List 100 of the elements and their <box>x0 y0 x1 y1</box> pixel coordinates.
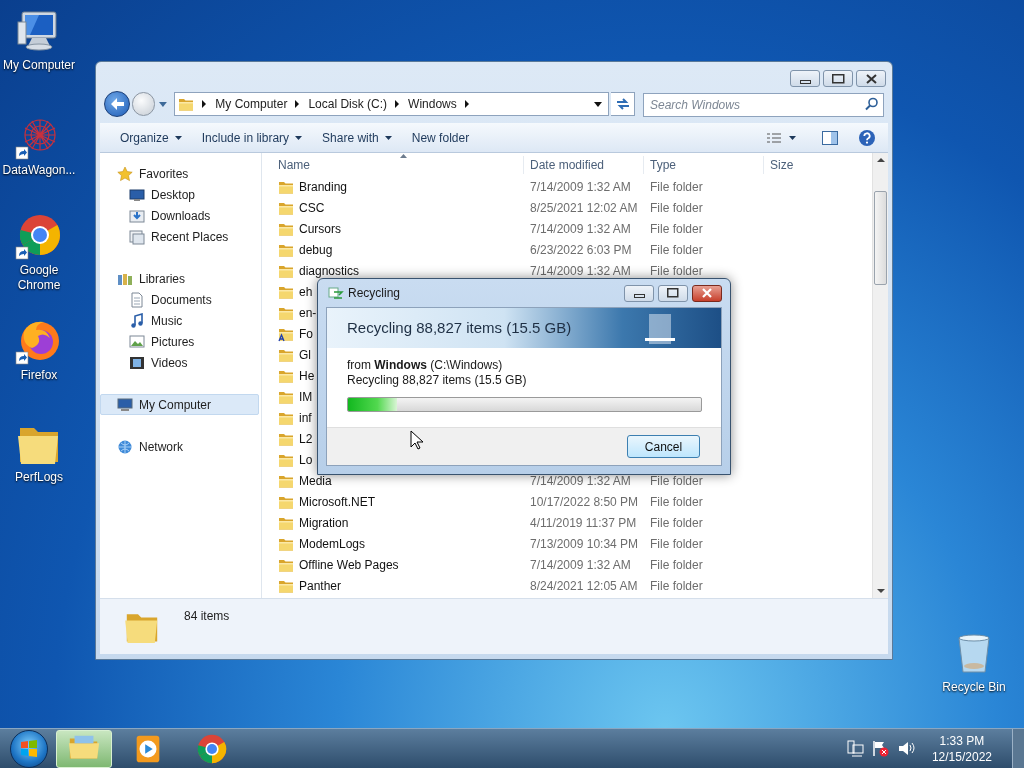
desktop-icon-label[interactable]: Google Chrome <box>0 263 78 293</box>
date-modified-cell-text: 7/14/2009 1:32 AM <box>529 556 632 574</box>
file-name[interactable]: eh <box>299 282 313 301</box>
pictures-icon <box>129 333 145 350</box>
type-cell-text: File folder <box>649 556 704 574</box>
file-name[interactable]: Migration <box>299 513 349 532</box>
desktop-icon-label[interactable]: Recycle Bin <box>935 680 1013 695</box>
maximize-button[interactable] <box>823 70 853 87</box>
nav-item[interactable]: Pictures <box>100 331 259 352</box>
column-header[interactable]: Size <box>763 156 863 174</box>
desktop-icon-label[interactable]: My Computer <box>0 58 78 73</box>
desktop-icon-label[interactable]: PerfLogs <box>0 470 78 485</box>
nav-item[interactable]: Libraries <box>100 268 259 289</box>
file-name[interactable]: Fo <box>299 324 313 343</box>
breadcrumb-item[interactable]: My Computer <box>215 95 288 113</box>
breadcrumb-arrow-icon[interactable] <box>202 100 208 108</box>
type-cell-text: File folder <box>649 514 704 532</box>
column-header[interactable]: Date modified <box>523 156 643 174</box>
breadcrumb-arrow-icon[interactable] <box>395 100 401 108</box>
scrollbar-thumb[interactable] <box>874 191 887 285</box>
breadcrumb-item[interactable]: Windows <box>408 95 457 113</box>
file-name[interactable]: ModemLogs <box>299 534 366 553</box>
type-cell-text: File folder <box>649 241 704 259</box>
folder-icon <box>178 96 195 112</box>
toolbar-button[interactable]: Include in library <box>191 125 313 150</box>
toolbar-button[interactable]: New folder <box>401 125 480 150</box>
date-modified-cell-text: 7/14/2009 1:32 AM <box>529 220 632 238</box>
type-cell-text: File folder <box>649 178 704 196</box>
file-name[interactable]: Offline Web Pages <box>299 555 399 574</box>
nav-item[interactable]: Network <box>100 436 259 457</box>
clock[interactable]: 1:33 PM 12/15/2022 <box>931 732 992 765</box>
nav-item[interactable]: Desktop <box>100 184 259 205</box>
network-icon[interactable] <box>845 740 864 757</box>
file-name[interactable]: Media <box>299 471 332 490</box>
history-caret-icon[interactable] <box>158 99 169 109</box>
nav-item[interactable]: Recent Places <box>100 226 259 247</box>
refresh-button[interactable] <box>611 92 635 116</box>
videos-icon <box>129 354 145 371</box>
refresh-arrows-icon <box>614 97 631 111</box>
preview-pane-icon[interactable] <box>822 130 838 145</box>
search-icon[interactable] <box>865 97 879 111</box>
search-field[interactable]: Search Windows <box>643 93 884 117</box>
file-name[interactable]: Branding <box>299 177 348 196</box>
desktop-icon-label[interactable]: Firefox <box>0 368 78 383</box>
sort-arrow-icon <box>400 154 407 158</box>
desktop-icon-label[interactable]: DataWagon... <box>0 163 78 178</box>
dropdown-caret-icon[interactable] <box>789 135 796 140</box>
address-bar[interactable]: My Computer Local Disk (C:) Windows <box>174 92 610 116</box>
nav-item[interactable]: My Computer <box>100 394 259 415</box>
dropdown-caret-icon <box>384 135 392 140</box>
dropdown-caret-icon <box>295 135 303 140</box>
file-name[interactable]: L2 <box>299 429 313 448</box>
nav-item[interactable]: Favorites <box>100 163 259 184</box>
dialog-title: Recycling <box>348 285 401 302</box>
four-pane-logo-icon <box>19 738 39 759</box>
column-header[interactable]: Type <box>643 156 763 174</box>
file-name[interactable]: diagnostics <box>299 261 360 280</box>
minimize-button[interactable] <box>790 70 820 87</box>
file-name[interactable]: He <box>299 366 315 385</box>
nav-item[interactable]: Documents <box>100 289 259 310</box>
flag-icon[interactable] <box>871 740 890 757</box>
file-name[interactable]: Microsoft.NET <box>299 492 375 511</box>
minimize-icon <box>799 79 811 84</box>
dropdown-caret-icon[interactable] <box>594 101 603 107</box>
file-name[interactable]: Lo <box>299 450 313 469</box>
maximize-icon <box>667 288 679 298</box>
maximize-button[interactable] <box>658 284 688 302</box>
speaker-icon[interactable] <box>897 740 916 757</box>
file-name[interactable]: Cursors <box>299 219 341 238</box>
file-name[interactable]: IM <box>299 387 313 406</box>
close-button[interactable] <box>692 284 722 302</box>
desktop-icon <box>129 186 145 203</box>
globe-icon <box>117 438 133 455</box>
file-name[interactable]: Panther <box>299 576 342 595</box>
taskbar-app-button[interactable] <box>56 729 112 768</box>
scrollbar[interactable] <box>872 153 888 598</box>
file-name[interactable]: CSC <box>299 198 325 217</box>
toolbar-button[interactable]: Organize <box>110 125 192 150</box>
breadcrumb-arrow-icon[interactable] <box>295 100 301 108</box>
computer-icon <box>117 396 133 413</box>
help-icon[interactable] <box>858 128 876 147</box>
column-header[interactable]: Name <box>262 156 523 174</box>
close-button[interactable] <box>856 70 886 87</box>
breadcrumb-arrow-icon[interactable] <box>464 100 470 108</box>
downloads-icon <box>129 207 145 224</box>
type-cell-text: File folder <box>649 262 704 280</box>
breadcrumb-item[interactable]: Local Disk (C:) <box>308 95 388 113</box>
nav-item[interactable]: Videos <box>100 352 259 373</box>
minimize-button[interactable] <box>624 284 654 302</box>
recycle-arrows-icon <box>328 286 344 300</box>
nav-item[interactable]: Downloads <box>100 205 259 226</box>
cancel-button[interactable]: Cancel <box>627 435 700 458</box>
back-button[interactable] <box>104 91 130 117</box>
start-button[interactable] <box>10 729 48 768</box>
file-name[interactable]: inf <box>299 408 312 427</box>
file-name[interactable]: en- <box>299 303 317 322</box>
file-name[interactable]: Gl <box>299 345 311 364</box>
nav-item[interactable]: Music <box>100 310 259 331</box>
file-name[interactable]: debug <box>299 240 333 259</box>
toolbar-button[interactable]: Share with <box>312 125 402 150</box>
